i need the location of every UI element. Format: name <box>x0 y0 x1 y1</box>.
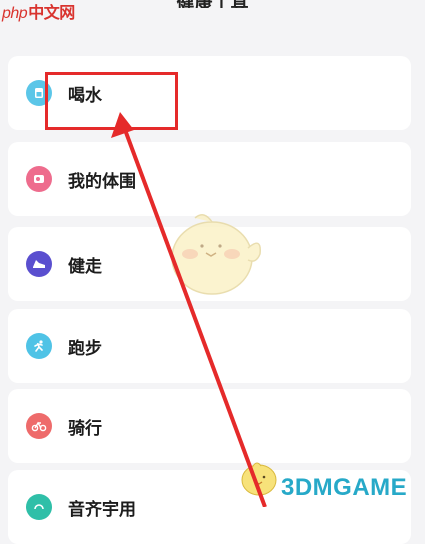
red-arrow-annotation <box>111 112 267 507</box>
